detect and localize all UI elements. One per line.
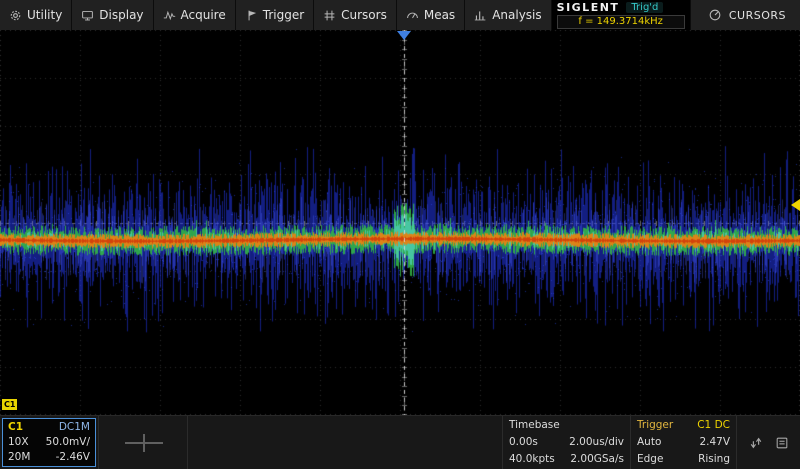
waveform-area: C1 (0, 30, 800, 415)
trigger-type-row: Edge Rising (637, 453, 730, 466)
timebase-sample-rate: 2.00GSa/s (570, 453, 624, 466)
bars-icon (474, 9, 487, 22)
timebase-label: Timebase (509, 419, 560, 432)
frequency-counter-readout: f = 149.3714kHz (557, 15, 685, 29)
timebase-scale: 2.00us/div (569, 436, 624, 449)
menu-cursors-label: Cursors (341, 8, 387, 22)
display-icon (81, 9, 94, 22)
timebase-header-row: Timebase (509, 419, 624, 432)
menu-bar: Utility Display Acquire Trigger Cursors … (0, 0, 800, 30)
cursors-icon (323, 9, 336, 22)
menu-meas[interactable]: Meas (397, 0, 465, 30)
menu-analysis-label: Analysis (492, 8, 541, 22)
brand-zone: SIGLENT Trig'd f = 149.3714kHz (552, 0, 690, 30)
timebase-delay: 0.00s (509, 436, 538, 449)
channel-header-row: C1 DC1M (8, 421, 90, 434)
channel-panel[interactable]: C1 DC1M 10X 50.0mV/ 20M -2.46V (2, 418, 96, 467)
trigger-mode: Auto (637, 436, 661, 449)
statusbar-icons (736, 416, 800, 469)
trigger-slope: Rising (698, 453, 730, 466)
cursors-label: CURSORS (729, 9, 786, 22)
status-bar: C1 DC1M 10X 50.0mV/ 20M -2.46V Timebase (0, 415, 800, 469)
channel-volts-per-div: 50.0mV/ (46, 436, 90, 449)
trigger-panel[interactable]: Trigger C1 DC Auto 2.47V Edge Rising (630, 416, 736, 469)
waveform-canvas (0, 30, 800, 415)
menu-trigger[interactable]: Trigger (236, 0, 314, 30)
timebase-scale-row: 0.00s 2.00us/div (509, 436, 624, 449)
trigger-mode-row: Auto 2.47V (637, 436, 730, 449)
channel-name: C1 (8, 421, 23, 434)
gauge-icon (406, 9, 419, 22)
add-channel-button[interactable] (98, 416, 188, 469)
flag-icon (245, 9, 258, 22)
menu-utility-label: Utility (27, 8, 62, 22)
menu-list-icon[interactable] (775, 436, 789, 450)
menu-cursors[interactable]: Cursors (314, 0, 397, 30)
menu-acquire-label: Acquire (181, 8, 226, 22)
trigger-level-marker[interactable] (791, 199, 800, 211)
trigger-level: 2.47V (699, 436, 730, 449)
trigger-position-marker[interactable] (397, 31, 411, 40)
menu-display[interactable]: Display (72, 0, 153, 30)
menu-trigger-label: Trigger (263, 8, 304, 22)
menu-analysis[interactable]: Analysis (465, 0, 551, 30)
menu-display-label: Display (99, 8, 143, 22)
channel-offset-value: -2.46V (56, 451, 90, 464)
oscilloscope-screen: Utility Display Acquire Trigger Cursors … (0, 0, 800, 469)
timebase-memory-row: 40.0kpts 2.00GSa/s (509, 453, 624, 466)
statusbar-spacer (188, 416, 502, 469)
timebase-panel[interactable]: Timebase 0.00s 2.00us/div 40.0kpts 2.00G… (502, 416, 630, 469)
channel-coupling: DC1M (59, 421, 90, 434)
gear-icon (9, 9, 22, 22)
updown-arrows-icon[interactable] (749, 436, 763, 450)
channel-offset-marker[interactable]: C1 (2, 399, 17, 410)
channel-attenuation: 10X (8, 436, 29, 449)
trigger-status-badge: Trig'd (626, 2, 663, 13)
menu-acquire[interactable]: Acquire (154, 0, 236, 30)
menu-meas-label: Meas (424, 8, 455, 22)
channel-scale-row: 10X 50.0mV/ (8, 436, 90, 449)
plus-icon (143, 434, 145, 452)
trigger-label: Trigger (637, 419, 673, 432)
channel-offset-row: 20M -2.46V (8, 451, 90, 464)
timebase-memory: 40.0kpts (509, 453, 555, 466)
channel-bandwidth: 20M (8, 451, 30, 464)
brand-logo: SIGLENT (557, 1, 620, 14)
cursors-panel-button[interactable]: CURSORS (690, 0, 800, 30)
menu-utility[interactable]: Utility (0, 0, 72, 30)
trigger-type: Edge (637, 453, 663, 466)
waveform-icon (163, 9, 176, 22)
trigger-header-row: Trigger C1 DC (637, 419, 730, 432)
knob-icon (708, 8, 722, 22)
trigger-source: C1 DC (697, 419, 730, 432)
